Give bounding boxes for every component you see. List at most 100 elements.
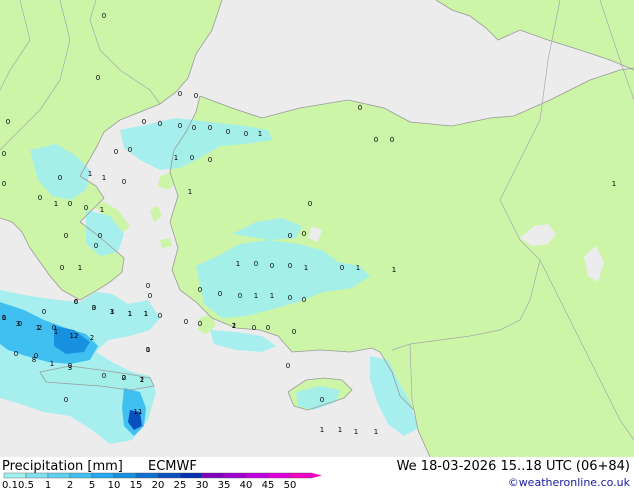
- precip-value: 1: [102, 174, 106, 182]
- precip-value: 0: [390, 136, 394, 144]
- legend-swatch: [135, 472, 159, 479]
- legend-swatch: [3, 472, 27, 479]
- precip-value: 2: [232, 322, 236, 330]
- legend-swatch: [289, 472, 313, 479]
- precip-value: 0: [320, 396, 324, 404]
- precip-value: 2: [140, 376, 144, 384]
- legend-label: 20: [152, 480, 165, 490]
- precip-value: 1: [254, 292, 258, 300]
- precip-value: 0: [198, 286, 202, 294]
- precip-value: 0: [226, 128, 230, 136]
- precip-value: 0: [2, 150, 6, 158]
- precip-value: 0: [208, 156, 212, 164]
- precip-value: 0: [292, 328, 296, 336]
- precip-value: 0: [128, 146, 132, 154]
- color-scale-legend: 0.1 0.5 1 2 5 10 15 20 25 30 35 40 45 50: [2, 472, 322, 490]
- precip-value: 1: [2, 314, 6, 322]
- precip-value: 0: [218, 290, 222, 298]
- precip-value: 8: [32, 356, 36, 364]
- precip-value: 0: [374, 136, 378, 144]
- legend-swatch: [91, 472, 115, 479]
- precip-value: 1: [100, 206, 104, 214]
- precip-value: 0: [58, 174, 62, 182]
- precipitation-map: 0 0 0 0 0 0 0 0 0 0 0 1 1 0 0 0 0 1 1 0 0 0 1 0 0 1 1 1 0 0 0 1 0 0 0 0 1 1 0 0…: [0, 0, 634, 457]
- precip-value: 1: [270, 292, 274, 300]
- precip-value: 0: [38, 194, 42, 202]
- precip-value: 1: [392, 266, 396, 274]
- precip-value: 3: [16, 320, 20, 328]
- precip-value: 0: [194, 92, 198, 100]
- legend-label: 2: [67, 480, 73, 490]
- precip-value: 0: [288, 232, 292, 240]
- precip-value: 0: [142, 118, 146, 126]
- precip-value: 0: [308, 200, 312, 208]
- legend-label: 1: [45, 480, 51, 490]
- precip-value: 6: [74, 298, 79, 306]
- legend-label: 25: [174, 480, 187, 490]
- precip-value: 0: [146, 346, 150, 354]
- precip-value: 0: [302, 296, 306, 304]
- valid-time: We 18-03-2026 15..18 UTC (06+84): [397, 459, 630, 474]
- precip-value: 0: [98, 232, 102, 240]
- map-footer: Precipitation [mm] ECMWF We 18-03-2026 1…: [0, 457, 634, 490]
- precip-value: 1: [54, 200, 58, 208]
- precip-value: 0: [42, 308, 46, 316]
- legend-swatch: [47, 472, 71, 479]
- map-canvas: 0 0 0 0 0 0 0 0 0 0 0 1 1 0 0 0 0 1 1 0 0 0 1 0 0 1 1 1 0 0 0 1 0 0 0 0 1 1 0 0…: [0, 0, 634, 457]
- precip-value: 3: [92, 304, 96, 312]
- precip-value: 0: [68, 200, 72, 208]
- footer-canvas: Precipitation [mm] ECMWF We 18-03-2026 1…: [2, 459, 631, 490]
- precip-value: 0: [52, 324, 56, 332]
- precip-value: 1: [338, 426, 342, 434]
- precip-value: 0: [184, 318, 188, 326]
- precip-value: 0: [14, 350, 18, 358]
- legend-label: 5: [89, 480, 95, 490]
- precip-value: 0: [148, 292, 152, 300]
- precip-value: 0: [252, 324, 256, 332]
- precip-value: 0: [94, 242, 98, 250]
- precip-value: 1: [188, 188, 192, 196]
- precip-value: 0: [266, 324, 270, 332]
- precip-value: 1: [304, 264, 308, 272]
- precip-value: 0: [84, 204, 88, 212]
- precip-value: 2: [122, 374, 126, 382]
- precip-value: 1: [144, 310, 148, 318]
- precip-value: 0: [254, 260, 258, 268]
- precip-value: 0: [64, 396, 68, 404]
- credit-link[interactable]: ©weatheronline.co.uk: [508, 476, 631, 489]
- model-name: ECMWF: [148, 459, 197, 474]
- precip-value: 0: [96, 74, 100, 82]
- legend-label: 15: [130, 480, 143, 490]
- legend-swatch: [69, 472, 93, 479]
- precip-value: 1: [128, 310, 132, 318]
- legend-swatch: [201, 472, 225, 479]
- precip-value: 0: [288, 262, 292, 270]
- legend-swatch: [25, 472, 49, 479]
- legend-label: 40: [240, 480, 253, 490]
- precip-value: 1: [174, 154, 178, 162]
- precip-value: 0: [286, 362, 290, 370]
- precip-value: 0: [60, 264, 64, 272]
- map-title: Precipitation [mm]: [2, 459, 123, 474]
- precip-value: 0: [146, 282, 150, 290]
- legend-swatch: [113, 472, 137, 479]
- precip-value: 0: [102, 372, 106, 380]
- legend-label: 30: [196, 480, 209, 490]
- legend-label: 0.1: [2, 480, 18, 490]
- legend-label: 45: [262, 480, 275, 490]
- precip-value: 1: [612, 180, 616, 188]
- precip-value: 0: [178, 122, 182, 130]
- precip-value: 0: [238, 292, 242, 300]
- precip-value: 0: [244, 130, 248, 138]
- legend-swatch: [245, 472, 269, 479]
- precip-value: 0: [358, 104, 362, 112]
- precip-value: 3: [110, 308, 114, 316]
- legend-label: 35: [218, 480, 231, 490]
- legend-swatch: [267, 472, 291, 479]
- precip-value: 0: [190, 154, 194, 162]
- precip-value: 1: [374, 428, 378, 436]
- precip-value: 0: [102, 12, 106, 20]
- precip-value: 0: [158, 120, 162, 128]
- legend-label: 10: [108, 480, 121, 490]
- precip-value: 1: [258, 130, 262, 138]
